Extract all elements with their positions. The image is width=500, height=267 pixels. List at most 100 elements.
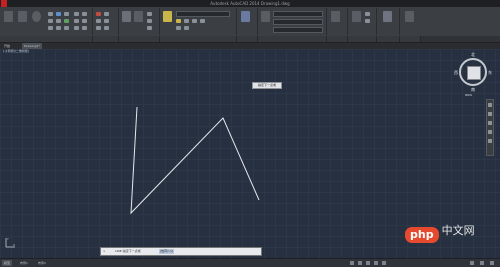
command-option-undo[interactable]: [放弃(U)] <box>160 248 173 255</box>
ribbon-group-block <box>237 8 258 35</box>
panel-title-draw[interactable] <box>0 36 93 42</box>
view-tool-icon[interactable] <box>405 11 414 22</box>
layer-previous-icon[interactable] <box>184 26 189 30</box>
quick-select-icon[interactable] <box>365 12 370 16</box>
viewcube-top-face[interactable] <box>467 66 481 80</box>
snap-toggle-icon[interactable] <box>358 261 362 265</box>
gradient-tool-icon[interactable] <box>64 19 69 23</box>
ucs-x-label: X <box>13 243 15 247</box>
match-properties-icon[interactable] <box>261 11 270 22</box>
scale-tool-icon[interactable] <box>82 26 87 30</box>
viewcube-west-label[interactable]: 西 <box>454 70 458 76</box>
insert-block-icon[interactable] <box>241 11 250 22</box>
trim-tool-icon[interactable] <box>104 12 109 16</box>
rectangle-tool-icon[interactable] <box>56 12 61 16</box>
text-tool-icon[interactable] <box>122 11 131 22</box>
color-dropdown[interactable] <box>273 11 323 17</box>
explode-tool-icon[interactable] <box>104 26 109 30</box>
php-watermark: php 中文网 <box>405 223 475 243</box>
layer-isolate-icon[interactable] <box>200 19 205 23</box>
orbit-icon[interactable] <box>488 130 492 134</box>
dimension-tool-icon[interactable] <box>134 11 143 22</box>
layer-properties-icon[interactable] <box>163 11 172 22</box>
paste-tool-icon[interactable] <box>383 11 392 22</box>
layer-lock-icon[interactable] <box>192 19 197 23</box>
panel-title-groups[interactable] <box>327 36 348 42</box>
command-line[interactable]: × LINE 指定下一点或 [放弃(U)] <box>100 247 262 256</box>
ribbon-group-properties <box>258 8 327 35</box>
panel-title-modify[interactable] <box>93 36 119 42</box>
polyline-tool-icon[interactable] <box>18 11 27 22</box>
layer-match-icon[interactable] <box>176 26 181 30</box>
leader-tool-icon[interactable] <box>147 12 152 16</box>
table-tool-icon[interactable] <box>147 19 152 23</box>
fullscreen-icon[interactable] <box>480 261 484 265</box>
layer-on-icon[interactable] <box>176 19 181 23</box>
zoom-icon[interactable] <box>488 121 492 125</box>
viewcube[interactable]: 北 西 东 南 WCS <box>454 52 495 98</box>
title-bar: Autodesk AutoCAD 2014 Drawing1.dwg <box>0 0 500 7</box>
showmotion-icon[interactable] <box>488 139 492 143</box>
ribbon-group-view <box>400 8 420 35</box>
mirror-tool-icon[interactable] <box>82 19 87 23</box>
group-tool-icon[interactable] <box>331 11 340 22</box>
ucs-icon: X Y <box>4 234 16 248</box>
select-all-icon[interactable] <box>365 19 370 23</box>
ortho-toggle-icon[interactable] <box>366 261 370 265</box>
arc-tool-icon[interactable] <box>48 12 53 16</box>
panel-title-annotation[interactable] <box>119 36 160 42</box>
window-title: Autodesk AutoCAD 2014 Drawing1.dwg <box>210 1 290 6</box>
panel-title-layers[interactable] <box>160 36 237 42</box>
rotate-tool-icon[interactable] <box>82 12 87 16</box>
offset-tool-icon[interactable] <box>96 26 101 30</box>
ribbon-group-clipboard <box>377 8 400 35</box>
ribbon-group-groups <box>327 8 348 35</box>
ribbon <box>0 7 500 37</box>
workspace-gear-icon[interactable] <box>470 261 474 265</box>
panel-title-utilities[interactable] <box>348 36 377 42</box>
php-logo-badge: php <box>405 227 439 243</box>
customize-menu-icon[interactable] <box>490 261 494 265</box>
drawn-polyline[interactable] <box>130 106 260 215</box>
panel-title-block[interactable] <box>237 36 258 42</box>
osnap-toggle-icon[interactable] <box>382 261 386 265</box>
layout-tab-model[interactable]: 模型 <box>2 260 13 266</box>
steeringwheel-icon[interactable] <box>488 103 492 107</box>
circle-tool-icon[interactable] <box>32 11 41 22</box>
line-tool-icon[interactable] <box>4 11 13 22</box>
polar-toggle-icon[interactable] <box>374 261 378 265</box>
panel-title-view[interactable] <box>400 36 421 42</box>
ribbon-group-modify <box>93 8 119 35</box>
spline-tool-icon[interactable] <box>56 19 61 23</box>
layer-dropdown[interactable] <box>176 11 230 17</box>
ribbon-group-utilities <box>348 8 377 35</box>
ellipse-tool-icon[interactable] <box>48 19 53 23</box>
array-tool-icon[interactable] <box>104 19 109 23</box>
move-tool-icon[interactable] <box>74 12 79 16</box>
viewcube-wcs-menu[interactable]: WCS <box>465 93 472 97</box>
layout-tab-layout2[interactable]: 布局2 <box>36 260 48 266</box>
ribbon-group-annotation <box>119 8 160 35</box>
linetype-dropdown[interactable] <box>273 27 323 33</box>
markup-tool-icon[interactable] <box>147 26 152 30</box>
lineweight-dropdown[interactable] <box>273 19 323 25</box>
pan-icon[interactable] <box>488 112 492 116</box>
viewcube-east-label[interactable]: 东 <box>488 70 492 76</box>
command-line-close-icon[interactable]: × <box>103 248 106 255</box>
navigation-bar <box>486 99 494 156</box>
grid-toggle-icon[interactable] <box>350 261 354 265</box>
panel-title-clipboard[interactable] <box>377 36 400 42</box>
copy-tool-icon[interactable] <box>74 19 79 23</box>
panel-title-properties[interactable] <box>258 36 327 42</box>
layout-tab-layout1[interactable]: 布局1 <box>18 260 30 266</box>
erase-tool-icon[interactable] <box>96 12 101 16</box>
stretch-tool-icon[interactable] <box>74 26 79 30</box>
region-tool-icon[interactable] <box>48 26 53 30</box>
ribbon-group-layers <box>160 8 237 35</box>
measure-tool-icon[interactable] <box>352 11 361 22</box>
fillet-tool-icon[interactable] <box>96 19 101 23</box>
point-tool-icon[interactable] <box>56 26 61 30</box>
hatch-tool-icon[interactable] <box>64 12 69 16</box>
boundary-tool-icon[interactable] <box>64 26 69 30</box>
layer-freeze-icon[interactable] <box>184 19 189 23</box>
